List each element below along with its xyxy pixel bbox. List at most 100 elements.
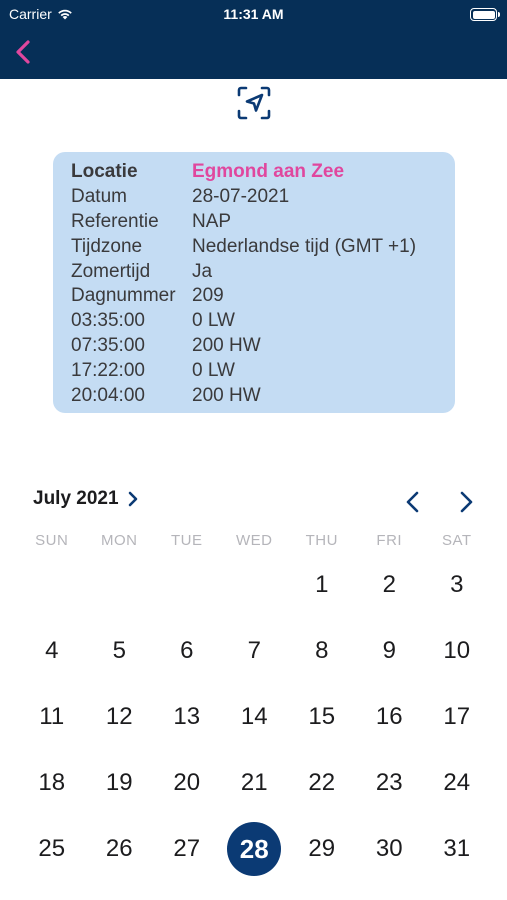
day-number: 26 xyxy=(105,835,133,862)
day-cell[interactable]: 10 xyxy=(423,618,491,684)
weekday-label: FRI xyxy=(376,532,403,549)
status-bar: Carrier 11:31 AM xyxy=(0,0,507,28)
info-row: 17:22:00 0 LW xyxy=(71,358,455,383)
day-cell[interactable]: 30 xyxy=(356,816,424,882)
status-time: 11:31 AM xyxy=(223,6,284,22)
info-label: Dagnummer xyxy=(71,285,176,307)
day-number: 6 xyxy=(180,637,194,664)
day-cell[interactable]: 6 xyxy=(153,618,221,684)
day-cell[interactable]: 9 xyxy=(356,618,424,684)
info-row: 07:35:00 200 HW xyxy=(71,334,455,359)
info-value: NAP xyxy=(192,210,232,232)
weekday-label: WED xyxy=(236,532,273,549)
tide-info-card: Locatie Egmond aan Zee Datum 28-07-2021 Refe… xyxy=(53,152,455,413)
info-label: 17:22:00 xyxy=(71,359,145,381)
day-number: 15 xyxy=(308,703,336,730)
day-number: 24 xyxy=(443,769,471,796)
navigation-bar: Carrier 11:31 AM xyxy=(0,0,507,79)
day-number: 5 xyxy=(112,637,126,664)
day-cell[interactable]: 25 xyxy=(18,816,86,882)
location-arrow-icon[interactable] xyxy=(236,85,272,121)
empty-day-cell xyxy=(221,552,289,618)
day-cell[interactable]: 31 xyxy=(423,816,491,882)
day-number: 13 xyxy=(173,703,201,730)
chevron-right-icon xyxy=(128,491,137,507)
day-cell[interactable]: 18 xyxy=(18,750,86,816)
empty-day-cell xyxy=(18,552,86,618)
day-cell[interactable]: 11 xyxy=(18,684,86,750)
info-value: Ja xyxy=(192,260,213,282)
day-number: 14 xyxy=(240,703,268,730)
day-cell[interactable]: 16 xyxy=(356,684,424,750)
day-cell[interactable]: 15 xyxy=(288,684,356,750)
day-cell[interactable]: 26 xyxy=(86,816,154,882)
info-label: 03:35:00 xyxy=(71,310,145,332)
day-cell[interactable]: 8 xyxy=(288,618,356,684)
day-cell[interactable]: 29 xyxy=(288,816,356,882)
info-value: 28-07-2021 xyxy=(192,186,290,208)
selected-day-cell[interactable]: 28 xyxy=(221,816,289,882)
info-value: 200 HW xyxy=(192,384,261,406)
day-number: 31 xyxy=(443,835,471,862)
day-cell[interactable]: 1 xyxy=(288,552,356,618)
day-cell[interactable]: 21 xyxy=(221,750,289,816)
day-cell[interactable]: 14 xyxy=(221,684,289,750)
info-label: 07:35:00 xyxy=(71,334,145,356)
info-label: Locatie xyxy=(71,161,138,183)
day-number: 23 xyxy=(375,769,403,796)
day-number: 3 xyxy=(450,571,464,598)
next-month-icon[interactable] xyxy=(453,488,479,516)
day-number: 27 xyxy=(173,835,201,862)
day-number: 12 xyxy=(105,703,133,730)
info-row: Zomertijd Ja xyxy=(71,259,455,284)
info-label: Tijdzone xyxy=(71,235,143,257)
weekday-label: THU xyxy=(305,532,338,549)
empty-day-cell xyxy=(153,552,221,618)
day-cell[interactable]: 22 xyxy=(288,750,356,816)
day-cell[interactable]: 4 xyxy=(18,618,86,684)
calendar-grid: 1 2 3 4 5 6 7 8 9 10 11 12 13 14 15 16 17 18 19 20 21 22 23 24 2… xyxy=(18,552,493,882)
weekday-label: TUE xyxy=(171,532,203,549)
day-number: 1 xyxy=(315,571,329,598)
day-cell[interactable]: 7 xyxy=(221,618,289,684)
day-cell[interactable]: 12 xyxy=(86,684,154,750)
day-cell[interactable]: 20 xyxy=(153,750,221,816)
info-value: 209 xyxy=(192,285,224,307)
info-value: Egmond aan Zee xyxy=(192,161,345,183)
day-number: 17 xyxy=(443,703,471,730)
day-number: 8 xyxy=(315,637,329,664)
info-label: Zomertijd xyxy=(71,260,151,282)
day-number: 2 xyxy=(382,571,396,598)
day-cell[interactable]: 2 xyxy=(356,552,424,618)
day-number: 19 xyxy=(105,769,133,796)
info-row: 03:35:00 0 LW xyxy=(71,309,455,334)
day-number: 28 xyxy=(227,822,282,876)
day-cell[interactable]: 13 xyxy=(153,684,221,750)
info-value: Nederlandse tijd (GMT +1) xyxy=(192,235,417,257)
info-value: 200 HW xyxy=(192,334,261,356)
day-cell[interactable]: 5 xyxy=(86,618,154,684)
day-number: 30 xyxy=(375,835,403,862)
battery-icon xyxy=(470,8,500,21)
weekday-header: SUN MON TUE WED THU FRI SAT xyxy=(18,532,493,549)
day-number: 16 xyxy=(375,703,403,730)
day-cell[interactable]: 3 xyxy=(423,552,491,618)
day-number: 11 xyxy=(39,703,65,730)
day-number: 22 xyxy=(308,769,336,796)
weekday-label: MON xyxy=(101,532,138,549)
previous-month-icon[interactable] xyxy=(400,488,426,516)
month-selector[interactable]: July 2021 xyxy=(33,488,139,510)
day-cell[interactable]: 24 xyxy=(423,750,491,816)
info-label: Referentie xyxy=(71,210,159,232)
day-cell[interactable]: 27 xyxy=(153,816,221,882)
chevron-left-icon[interactable] xyxy=(12,38,36,66)
info-value: 0 LW xyxy=(192,310,235,332)
day-cell[interactable]: 17 xyxy=(423,684,491,750)
day-number: 21 xyxy=(240,769,268,796)
info-row: Locatie Egmond aan Zee xyxy=(71,160,455,185)
day-cell[interactable]: 23 xyxy=(356,750,424,816)
day-number: 25 xyxy=(38,835,66,862)
day-number: 7 xyxy=(247,637,261,664)
day-cell[interactable]: 19 xyxy=(86,750,154,816)
day-number: 9 xyxy=(382,637,396,664)
